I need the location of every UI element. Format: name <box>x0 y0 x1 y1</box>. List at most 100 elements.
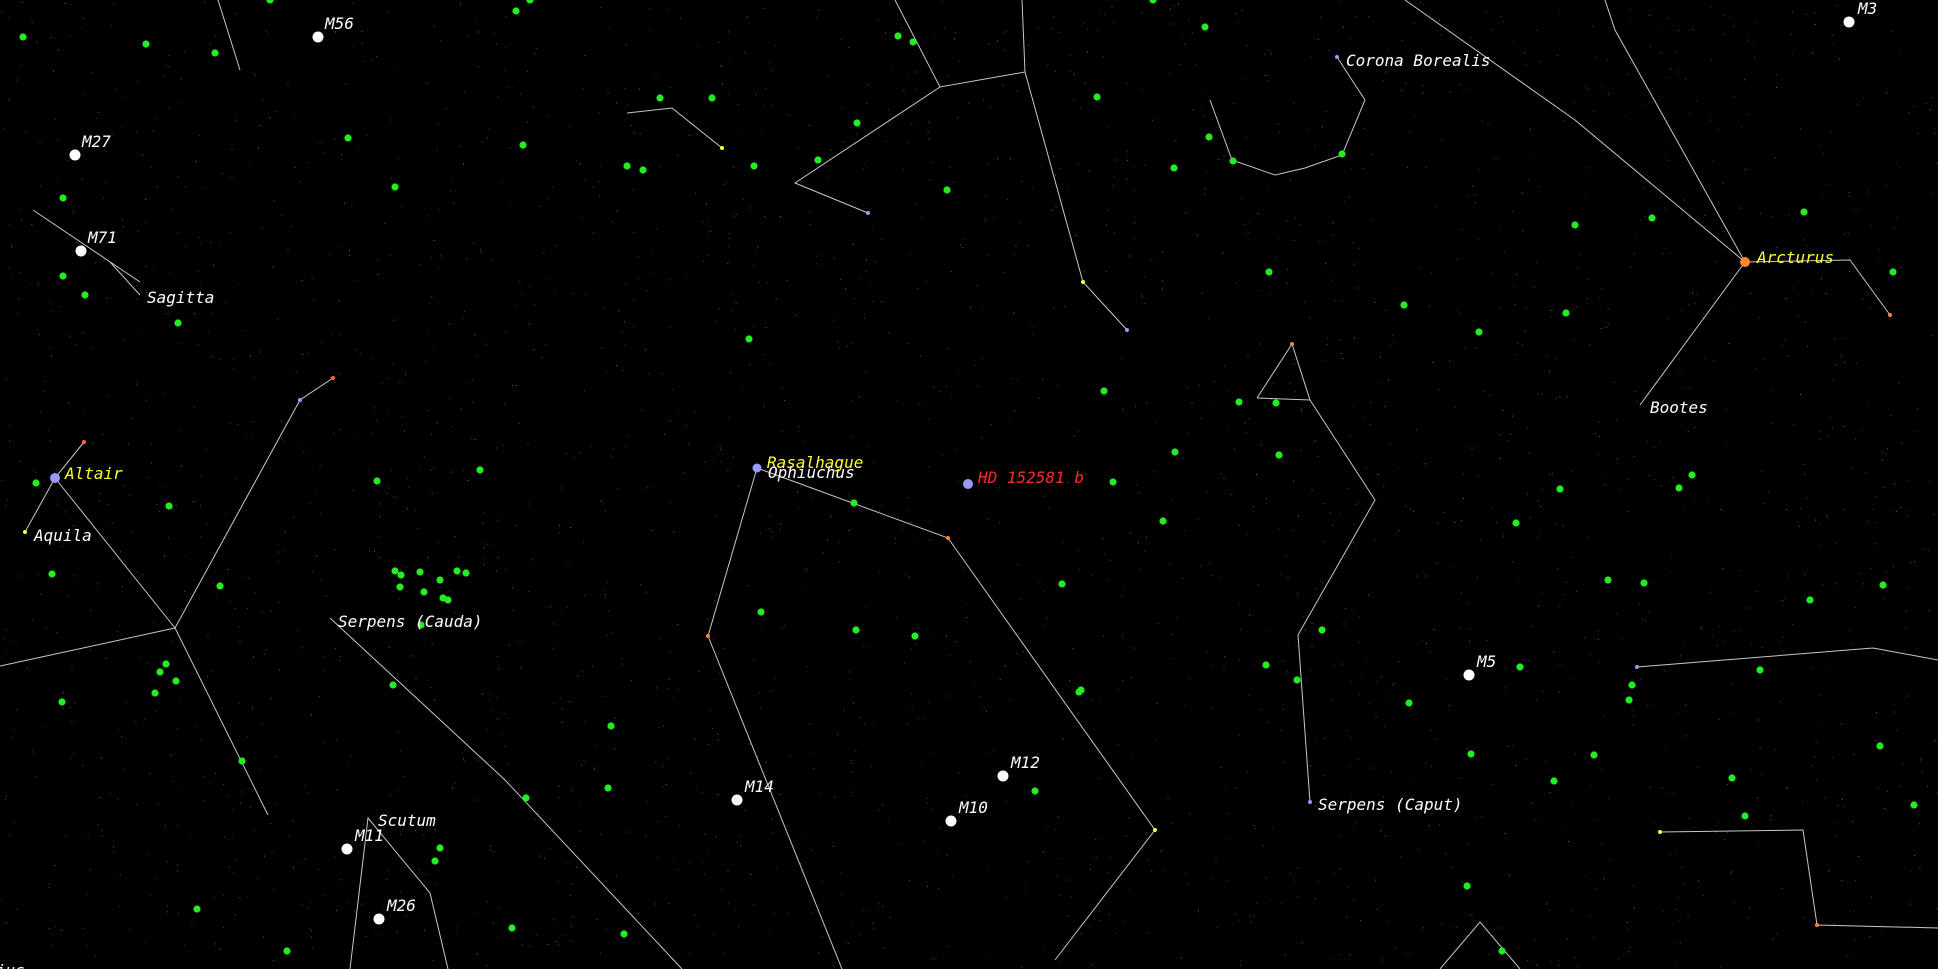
small-star <box>1290 342 1294 346</box>
m12-marker[interactable] <box>997 770 1009 782</box>
galaxy-marker <box>1556 485 1564 493</box>
rasalhague-star[interactable] <box>752 463 762 473</box>
m14-marker[interactable] <box>731 794 743 806</box>
galaxy-marker <box>1262 661 1270 669</box>
galaxy-marker <box>911 632 919 640</box>
galaxy-marker <box>165 502 173 510</box>
galaxy-marker <box>620 930 628 938</box>
small-star <box>1888 313 1892 317</box>
galaxy-marker <box>58 698 66 706</box>
galaxy-marker <box>750 162 758 170</box>
galaxy-marker <box>850 499 858 507</box>
label-serpens-cauda[interactable]: Serpens (Cauda) <box>338 612 483 631</box>
label-m26[interactable]: M26 <box>386 896 416 915</box>
small-star <box>1153 828 1157 832</box>
galaxy-marker <box>436 844 444 852</box>
galaxy-marker <box>1562 309 1570 317</box>
galaxy-marker <box>1512 519 1520 527</box>
galaxy-marker <box>151 689 159 697</box>
galaxy-marker <box>1475 328 1483 336</box>
galaxy-marker <box>1031 787 1039 795</box>
galaxy-marker <box>1265 268 1273 276</box>
galaxy-marker <box>59 194 67 202</box>
m11-marker[interactable] <box>341 843 353 855</box>
small-star <box>1335 55 1339 59</box>
m71-marker[interactable] <box>75 245 87 257</box>
galaxy-marker <box>1338 150 1346 158</box>
hd152581-star[interactable] <box>963 479 973 489</box>
small-star <box>866 211 870 215</box>
galaxy-marker <box>81 291 89 299</box>
m27-marker[interactable] <box>69 149 81 161</box>
label-corona-borealis[interactable]: Corona Borealis <box>1346 51 1491 70</box>
label-m27[interactable]: M27 <box>81 132 111 151</box>
galaxy-marker <box>943 186 951 194</box>
label-m5[interactable]: M5 <box>1476 652 1496 671</box>
label-aquila[interactable]: Aquila <box>33 526 92 545</box>
galaxy-marker <box>238 757 246 765</box>
galaxy-marker <box>522 794 530 802</box>
label-scutum[interactable]: Scutum <box>378 811 436 830</box>
label-serpens-caput[interactable]: Serpens (Caput) <box>1318 795 1463 814</box>
galaxy-marker <box>1756 666 1764 674</box>
label-arcturus[interactable]: Arcturus <box>1756 248 1834 267</box>
galaxy-marker <box>1628 681 1636 689</box>
label-m10[interactable]: M10 <box>958 798 988 817</box>
label-m71[interactable]: M71 <box>87 228 117 247</box>
galaxy-marker <box>1400 301 1408 309</box>
galaxy-marker <box>1293 676 1301 684</box>
galaxy-marker <box>1171 448 1179 456</box>
galaxy-marker <box>32 479 40 487</box>
m26-marker[interactable] <box>373 913 385 925</box>
label-m56[interactable]: M56 <box>324 14 354 33</box>
galaxy-marker <box>656 94 664 102</box>
label-hd152581b[interactable]: HD 152581 b <box>977 468 1084 487</box>
label-m14[interactable]: M14 <box>744 777 774 796</box>
galaxy-marker <box>1806 596 1814 604</box>
small-star <box>720 146 724 150</box>
arcturus-star[interactable] <box>1740 257 1750 267</box>
small-star <box>1081 280 1085 284</box>
altair-star[interactable] <box>50 473 60 483</box>
galaxy-marker <box>757 608 765 616</box>
galaxy-marker <box>1093 93 1101 101</box>
galaxy-marker <box>391 567 399 575</box>
label-sagitta[interactable]: Sagitta <box>147 288 214 307</box>
galaxy-marker <box>1235 398 1243 406</box>
galaxy-marker <box>1590 751 1598 759</box>
galaxy-marker <box>519 141 527 149</box>
galaxy-marker <box>389 681 397 689</box>
galaxy-marker <box>1879 581 1887 589</box>
m5-marker[interactable] <box>1463 669 1475 681</box>
galaxy-marker <box>1516 663 1524 671</box>
galaxy-marker <box>1109 478 1117 486</box>
galaxy-marker <box>1571 221 1579 229</box>
galaxy-marker <box>1058 580 1066 588</box>
galaxy-marker <box>444 596 452 604</box>
small-star <box>331 376 335 380</box>
label-altair[interactable]: Altair <box>64 464 123 483</box>
galaxy-marker <box>708 94 716 102</box>
label-bootes[interactable]: Bootes <box>1650 398 1708 417</box>
label-m12[interactable]: M12 <box>1010 753 1040 772</box>
small-star <box>706 634 710 638</box>
galaxy-marker <box>1272 399 1280 407</box>
sky-chart[interactable]: Corona Borealis Bootes Sagitta Aquila Se… <box>0 0 1938 969</box>
galaxy-marker <box>1688 471 1696 479</box>
label-edge-partial: ius <box>0 961 25 969</box>
small-star <box>946 536 950 540</box>
galaxy-marker <box>508 924 516 932</box>
label-m11[interactable]: M11 <box>354 826 384 845</box>
galaxy-marker <box>1463 882 1471 890</box>
m56-marker[interactable] <box>312 31 324 43</box>
galaxy-marker <box>462 569 470 577</box>
galaxy-marker <box>174 319 182 327</box>
label-m3[interactable]: M3 <box>1857 0 1877 18</box>
small-star <box>1308 800 1312 804</box>
label-rasalhague[interactable]: Rasalhague <box>767 453 863 472</box>
m3-marker[interactable] <box>1843 16 1855 28</box>
m10-marker[interactable] <box>945 815 957 827</box>
small-star <box>298 398 302 402</box>
galaxy-marker <box>1498 947 1506 955</box>
small-star <box>1125 328 1129 332</box>
